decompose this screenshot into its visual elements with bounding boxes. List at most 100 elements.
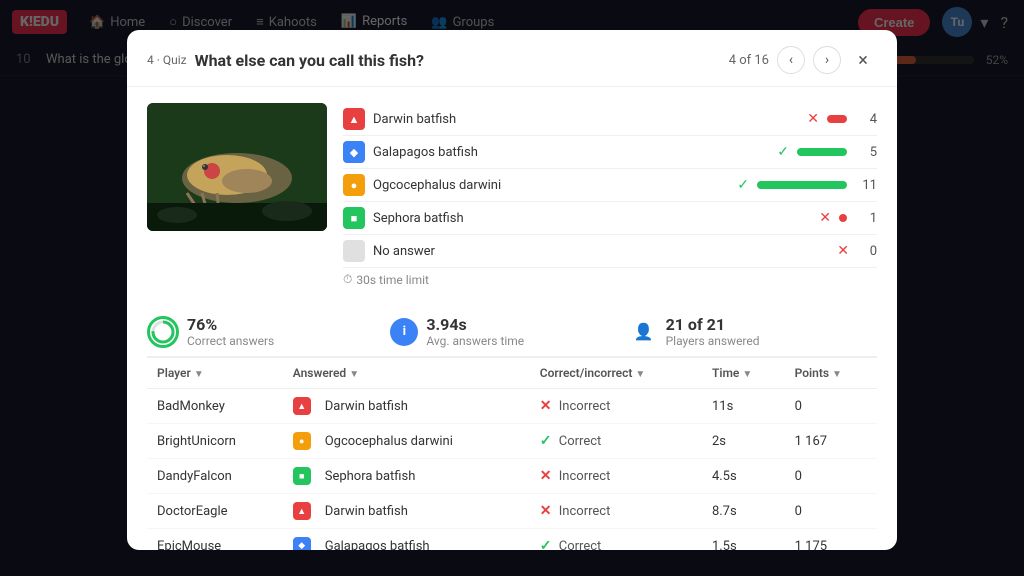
player-status: ✓ Correct: [530, 424, 702, 459]
status-text: Incorrect: [559, 504, 611, 519]
correct-value: 76%: [187, 315, 274, 334]
status-icon: ✓: [540, 538, 552, 550]
quiz-modal: 4 · Quiz What else can you call this fis…: [127, 30, 897, 550]
answer-count: 1: [857, 211, 877, 226]
player-answered: ◆ Galapagos batfish: [283, 529, 530, 551]
answer-text: Darwin batfish: [373, 112, 807, 127]
player-answered: ▲ Darwin batfish: [283, 389, 530, 424]
answered-icon: ▲: [293, 502, 311, 520]
player-answered: ▲ Darwin batfish: [283, 494, 530, 529]
correct-label: Correct answers: [187, 334, 274, 348]
player-points: 0: [785, 459, 877, 494]
answer-icon-empty: [343, 240, 365, 262]
player-table-wrapper: Player ▼ Answered ▼ Correct/incorrect ▼: [147, 358, 877, 550]
player-name: BrightUnicorn: [147, 424, 283, 459]
status-icon: ✕: [540, 398, 552, 414]
answer-mark-check: ✓: [777, 144, 789, 160]
stat-correct-answers: 76% Correct answers: [147, 315, 390, 348]
sort-arrow: ▼: [742, 369, 752, 380]
player-time: 4.5s: [702, 459, 785, 494]
modal-quiz-label: 4 · Quiz: [147, 53, 187, 67]
sort-arrow: ▼: [832, 369, 842, 380]
answered-icon: ▲: [293, 397, 311, 415]
answer-bar: [797, 148, 847, 156]
table-row: EpicMouse ◆ Galapagos batfish ✓ Correct …: [147, 529, 877, 551]
answer-mark-x: ✕: [837, 243, 849, 259]
prev-arrow-button[interactable]: ‹: [777, 46, 805, 74]
answer-mark-x: ✕: [819, 210, 831, 226]
player-answered: ● Ogcocephalus darwini: [283, 424, 530, 459]
status-icon: ✕: [540, 468, 552, 484]
answer-count: 11: [857, 178, 877, 193]
answer-bar: [827, 115, 847, 123]
question-area: ▲ Darwin batfish ✕ 4 ◆ Galapagos batfish…: [147, 103, 877, 287]
table-row: BadMonkey ▲ Darwin batfish ✕ Incorrect 1…: [147, 389, 877, 424]
table-row: DoctorEagle ▲ Darwin batfish ✕ Incorrect…: [147, 494, 877, 529]
player-name: DandyFalcon: [147, 459, 283, 494]
people-icon: 👤: [634, 322, 654, 341]
answer-icon-triangle: ▲: [343, 108, 365, 130]
stat-avg-time: i 3.94s Avg. answers time: [390, 315, 633, 348]
modal-navigation: 4 of 16 ‹ › ×: [729, 46, 877, 74]
answer-count: 5: [857, 145, 877, 160]
col-points[interactable]: Points ▼: [785, 358, 877, 389]
modal-overlay: 4 · Quiz What else can you call this fis…: [0, 0, 1024, 576]
col-correct-incorrect[interactable]: Correct/incorrect ▼: [530, 358, 702, 389]
answered-text: Sephora batfish: [325, 469, 416, 484]
status-text: Correct: [559, 539, 602, 550]
stat-players: 👤 21 of 21 Players answered: [634, 315, 877, 348]
player-name: DoctorEagle: [147, 494, 283, 529]
col-player[interactable]: Player ▼: [147, 358, 283, 389]
answer-icon-diamond: ◆: [343, 141, 365, 163]
table-header-row: Player ▼ Answered ▼ Correct/incorrect ▼: [147, 358, 877, 389]
answer-text: Sephora batfish: [373, 211, 819, 226]
players-label: Players answered: [666, 334, 760, 348]
answer-icon-square: ■: [343, 207, 365, 229]
player-points: 1 167: [785, 424, 877, 459]
answered-icon: ◆: [293, 537, 311, 550]
status-icon: ✕: [540, 503, 552, 519]
player-table: Player ▼ Answered ▼ Correct/incorrect ▼: [147, 358, 877, 550]
avg-time-label: Avg. answers time: [426, 334, 524, 348]
player-status: ✕ Incorrect: [530, 459, 702, 494]
modal-body: ▲ Darwin batfish ✕ 4 ◆ Galapagos batfish…: [127, 87, 897, 550]
answer-row: No answer ✕ 0: [343, 235, 877, 268]
players-value: 21 of 21: [666, 315, 760, 334]
answer-dot: [839, 214, 847, 222]
player-status: ✓ Correct: [530, 529, 702, 551]
table-row: DandyFalcon ■ Sephora batfish ✕ Incorrec…: [147, 459, 877, 494]
player-points: 0: [785, 389, 877, 424]
answer-mark-x: ✕: [807, 111, 819, 127]
close-button[interactable]: ×: [849, 46, 877, 74]
answer-row: ◆ Galapagos batfish ✓ 5: [343, 136, 877, 169]
answer-count: 0: [857, 244, 877, 259]
player-name: BadMonkey: [147, 389, 283, 424]
answered-text: Ogcocephalus darwini: [325, 434, 453, 449]
player-status: ✕ Incorrect: [530, 389, 702, 424]
status-text: Incorrect: [559, 399, 611, 414]
col-answered[interactable]: Answered ▼: [283, 358, 530, 389]
answered-icon: ■: [293, 467, 311, 485]
avg-time-circle: i: [390, 318, 418, 346]
player-time: 11s: [702, 389, 785, 424]
answer-icon-circle: ●: [343, 174, 365, 196]
player-answered: ■ Sephora batfish: [283, 459, 530, 494]
status-text: Incorrect: [559, 469, 611, 484]
col-time[interactable]: Time ▼: [702, 358, 785, 389]
next-arrow-button[interactable]: ›: [813, 46, 841, 74]
answer-text: No answer: [373, 244, 837, 259]
modal-page-info: 4 of 16: [729, 53, 769, 68]
sort-arrow: ▼: [349, 369, 359, 380]
time-limit: ⏱ 30s time limit: [343, 272, 877, 287]
avg-time-value: 3.94s: [426, 315, 524, 334]
player-status: ✕ Incorrect: [530, 494, 702, 529]
answer-text: Ogcocephalus darwini: [373, 178, 737, 193]
answers-list: ▲ Darwin batfish ✕ 4 ◆ Galapagos batfish…: [343, 103, 877, 287]
answer-text: Galapagos batfish: [373, 145, 777, 160]
answer-row: ▲ Darwin batfish ✕ 4: [343, 103, 877, 136]
status-icon: ✓: [540, 433, 552, 449]
player-points: 0: [785, 494, 877, 529]
answered-text: Darwin batfish: [325, 504, 408, 519]
answer-row: ■ Sephora batfish ✕ 1: [343, 202, 877, 235]
answer-count: 4: [857, 112, 877, 127]
